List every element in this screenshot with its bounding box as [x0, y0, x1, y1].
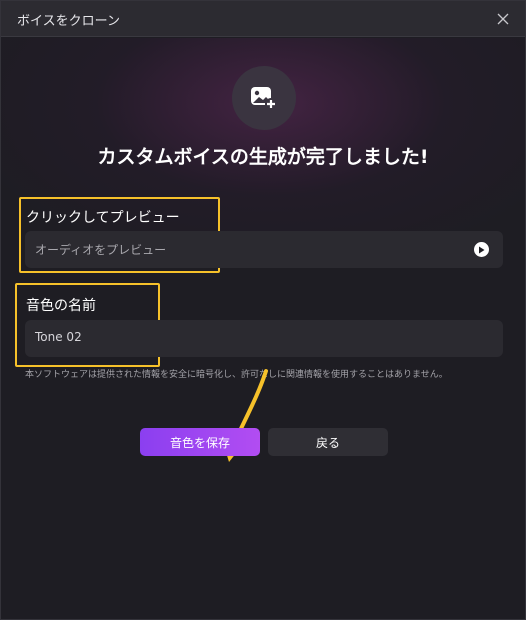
preview-label: クリックしてプレビュー: [26, 210, 180, 226]
back-button[interactable]: 戻る: [268, 428, 388, 456]
play-icon: [479, 246, 485, 253]
clone-voice-dialog: ボイスをクローン カスタムボイスの生成が完了しました! クリックしてプレビュー …: [0, 0, 526, 620]
close-button[interactable]: [493, 9, 513, 29]
play-button[interactable]: [474, 242, 489, 257]
dialog-title: ボイスをクローン: [17, 14, 120, 29]
save-voice-button[interactable]: 音色を保存: [140, 428, 260, 456]
audio-preview-field[interactable]: オーディオをプレビュー: [25, 231, 503, 268]
success-headline: カスタムボイスの生成が完了しました!: [97, 146, 429, 168]
arrow-annotation-icon: [221, 369, 268, 462]
titlebar: ボイスをクローン: [1, 1, 525, 37]
voice-name-label: 音色の名前: [26, 298, 96, 314]
voice-name-input[interactable]: Tone 02: [25, 320, 503, 357]
image-add-icon: [232, 66, 296, 130]
dialog-content: カスタムボイスの生成が完了しました! クリックしてプレビュー オーディオをプレビ…: [1, 38, 525, 619]
audio-preview-placeholder: オーディオをプレビュー: [35, 243, 167, 257]
close-icon: [497, 13, 509, 25]
voice-name-value: Tone 02: [35, 330, 82, 344]
